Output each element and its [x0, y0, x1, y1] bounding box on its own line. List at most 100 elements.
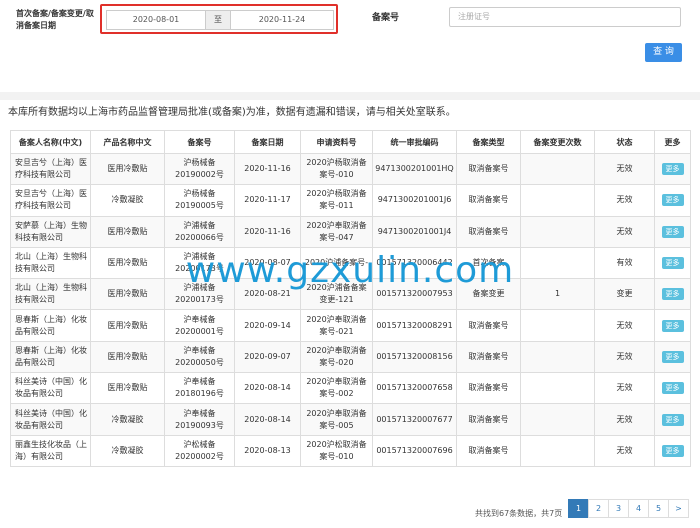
search-button[interactable]: 查 询	[645, 43, 682, 62]
cell-record-date: 2020-08-07	[234, 246, 301, 280]
cell-approval-code: 9471300201001J4	[372, 215, 457, 248]
cell-approval-code: 001571320008156	[372, 340, 457, 374]
more-button[interactable]: 更多	[661, 444, 684, 457]
cell-record-no: 沪杨械备20190002号	[164, 152, 235, 186]
cell-product-name: 医用冷敷贴	[90, 152, 165, 186]
table-row: 恩春斯（上海）化妆品有限公司 医用冷敷贴 沪奉械备20200050号 2020-09-…	[10, 340, 691, 374]
column-header-approval-code: 统一审批编码	[372, 130, 457, 154]
cell-approval-code: 001571320007658	[372, 372, 457, 405]
table-row: 恩春斯（上海）化妆品有限公司 医用冷敷贴 沪奉械备20200001号 2020-09-…	[10, 309, 691, 342]
table-row: 安萨慕（上海）生物科技有限公司 医用冷敷贴 沪浦械备20200066号 2020-11…	[10, 215, 691, 248]
cell-filer-name: 科丝美诗（中国）化妆品有限公司	[10, 403, 91, 436]
page-button-2[interactable]: 2	[588, 499, 609, 518]
cell-record-no: 沪松械备20200002号	[164, 434, 235, 467]
cell-product-name: 冷敷凝胶	[90, 184, 165, 217]
table-row: 安旦吉兮（上海）医疗科技有限公司 医用冷敷贴 沪杨械备20190002号 2020-1…	[10, 152, 691, 186]
more-button[interactable]: 更多	[661, 413, 684, 426]
cell-record-date: 2020-09-14	[234, 309, 301, 342]
cell-record-type: 取消备案号	[456, 434, 521, 467]
date-to-input[interactable]: 2020-11-24	[230, 10, 334, 30]
cell-product-name: 医用冷敷贴	[90, 246, 165, 280]
cell-application-no: 2020沪奉取消备案号-047	[300, 215, 373, 248]
cell-application-no: 2020沪奉取消备案号-020	[300, 340, 373, 374]
cell-filer-name: 安旦吉兮（上海）医疗科技有限公司	[10, 184, 91, 217]
more-button[interactable]: 更多	[661, 257, 684, 270]
more-button[interactable]: 更多	[661, 288, 684, 301]
cell-filer-name: 北山（上海）生物科技有限公司	[10, 246, 91, 280]
date-range-box: 2020-08-01 至 2020-11-24	[100, 4, 338, 34]
cell-approval-code: 9471300201001J6	[372, 184, 457, 217]
date-separator: 至	[206, 10, 230, 30]
cell-record-date: 2020-11-16	[234, 215, 301, 248]
date-from-input[interactable]: 2020-08-01	[106, 10, 206, 30]
page-button-3[interactable]: 3	[608, 499, 629, 518]
column-header-record-type: 备案类型	[456, 130, 521, 154]
cell-status: 变更	[594, 278, 655, 311]
cell-record-date: 2020-08-14	[234, 403, 301, 436]
page-button-4[interactable]: 4	[628, 499, 649, 518]
cell-status: 无效	[594, 340, 655, 374]
cell-record-no: 沪浦械备20200173号	[164, 278, 235, 311]
column-header-change-count: 备案变更次数	[520, 130, 595, 154]
record-no-input[interactable]: 注册证号	[449, 7, 681, 27]
cell-approval-code: 001571320008291	[372, 309, 457, 342]
cell-more: 更多	[654, 278, 691, 311]
cell-more: 更多	[654, 340, 691, 374]
cell-change-count	[520, 434, 595, 467]
cell-record-no: 沪奉械备20200001号	[164, 309, 235, 342]
cell-record-type: 取消备案号	[456, 372, 521, 405]
cell-record-date: 2020-09-07	[234, 340, 301, 374]
cell-approval-code: 001571320007677	[372, 403, 457, 436]
cell-status: 有效	[594, 246, 655, 280]
cell-status: 无效	[594, 372, 655, 405]
cell-status: 无效	[594, 152, 655, 186]
more-button[interactable]: 更多	[661, 319, 684, 332]
cell-product-name: 冷敷凝胶	[90, 434, 165, 467]
cell-record-type: 取消备案号	[456, 184, 521, 217]
cell-filer-name: 恩春斯（上海）化妆品有限公司	[10, 309, 91, 342]
cell-record-no: 沪奉械备20180196号	[164, 372, 235, 405]
cell-record-type: 取消备案号	[456, 309, 521, 342]
cell-record-date: 2020-08-21	[234, 278, 301, 311]
cell-more: 更多	[654, 184, 691, 217]
cell-record-no: 沪奉械备20190093号	[164, 403, 235, 436]
cell-filer-name: 安旦吉兮（上海）医疗科技有限公司	[10, 152, 91, 186]
cell-filer-name: 安萨慕（上海）生物科技有限公司	[10, 215, 91, 248]
cell-filer-name: 北山（上海）生物科技有限公司	[10, 278, 91, 311]
date-range-label: 首次备案/备案变更/取消备案日期	[16, 9, 94, 30]
cell-application-no: 2020沪杨取消备案号-010	[300, 152, 373, 186]
cell-record-date: 2020-11-16	[234, 152, 301, 186]
cell-record-date: 2020-08-14	[234, 372, 301, 405]
cell-change-count	[520, 340, 595, 374]
cell-status: 无效	[594, 403, 655, 436]
page-button-1[interactable]: 1	[568, 499, 589, 518]
more-button[interactable]: 更多	[661, 194, 684, 207]
cell-record-no: 沪浦械备20200066号	[164, 215, 235, 248]
table-body: 安旦吉兮（上海）医疗科技有限公司 医用冷敷贴 沪杨械备20190002号 2020-1…	[10, 152, 691, 467]
page-button-5[interactable]: 5	[648, 499, 669, 518]
column-header-product-name: 产品名称中文	[90, 130, 165, 154]
table-row: 科丝美诗（中国）化妆品有限公司 冷敷凝胶 沪奉械备20190093号 2020-08-…	[10, 403, 691, 436]
cell-more: 更多	[654, 246, 691, 280]
cell-filer-name: 丽鑫生技化妆品（上海）有限公司	[10, 434, 91, 467]
cell-record-no: 沪杨械备20190005号	[164, 184, 235, 217]
cell-filer-name: 科丝美诗（中国）化妆品有限公司	[10, 372, 91, 405]
cell-approval-code: 001571320007953	[372, 278, 457, 311]
cell-change-count	[520, 246, 595, 280]
next-page-button[interactable]: >	[668, 499, 689, 518]
table-header-row: 备案人名称(中文) 产品名称中文 备案号 备案日期 申请资料号 统一审批编码 备案类型 备案变…	[10, 130, 691, 154]
more-button[interactable]: 更多	[661, 350, 684, 363]
record-no-label: 备案号	[372, 13, 400, 23]
results-table: 备案人名称(中文) 产品名称中文 备案号 备案日期 申请资料号 统一审批编码 备案类型 备案变…	[10, 130, 691, 467]
cell-more: 更多	[654, 372, 691, 405]
cell-change-count	[520, 309, 595, 342]
more-button[interactable]: 更多	[661, 382, 684, 395]
cell-more: 更多	[654, 434, 691, 467]
more-button[interactable]: 更多	[661, 163, 684, 176]
more-button[interactable]: 更多	[661, 225, 684, 238]
table-row: 安旦吉兮（上海）医疗科技有限公司 冷敷凝胶 沪杨械备20190005号 2020-11…	[10, 184, 691, 217]
column-header-more: 更多	[654, 130, 691, 154]
cell-application-no: 2020沪松取消备案号-010	[300, 434, 373, 467]
cell-status: 无效	[594, 184, 655, 217]
column-header-record-no: 备案号	[164, 130, 235, 154]
